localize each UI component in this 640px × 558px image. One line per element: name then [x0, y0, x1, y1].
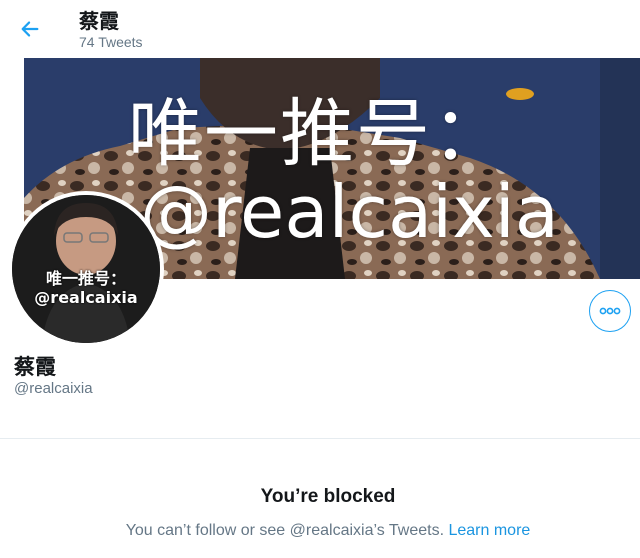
profile-handle: @realcaixia	[14, 380, 93, 397]
divider	[0, 438, 640, 439]
avatar-photo: 唯一推号： @realcaixia	[12, 195, 160, 343]
learn-more-link[interactable]: Learn more	[448, 522, 530, 539]
header-profile-name: 蔡霞	[79, 9, 119, 33]
blocked-message-text: You can’t follow or see @realcaixia’s Tw…	[125, 522, 445, 539]
profile-name: 蔡霞	[14, 355, 56, 379]
blocked-message: You can’t follow or see @realcaixia’s Tw…	[0, 522, 640, 540]
header-tweet-count: 74 Tweets	[79, 34, 143, 50]
banner-caption-line1: 唯一推号：	[128, 91, 508, 177]
back-button[interactable]	[14, 13, 46, 45]
avatar-caption-line2: @realcaixia	[34, 288, 138, 307]
arrow-left-icon	[21, 21, 39, 37]
more-horizontal-icon	[599, 307, 621, 315]
more-options-button[interactable]	[589, 290, 631, 332]
avatar-caption-line1: 唯一推号：	[45, 269, 126, 288]
blocked-title: You’re blocked	[260, 486, 396, 507]
avatar[interactable]: 唯一推号： @realcaixia	[8, 191, 164, 347]
top-bar: 蔡霞 74 Tweets	[0, 0, 640, 58]
banner-caption-line2: @realcaixia	[140, 170, 559, 254]
